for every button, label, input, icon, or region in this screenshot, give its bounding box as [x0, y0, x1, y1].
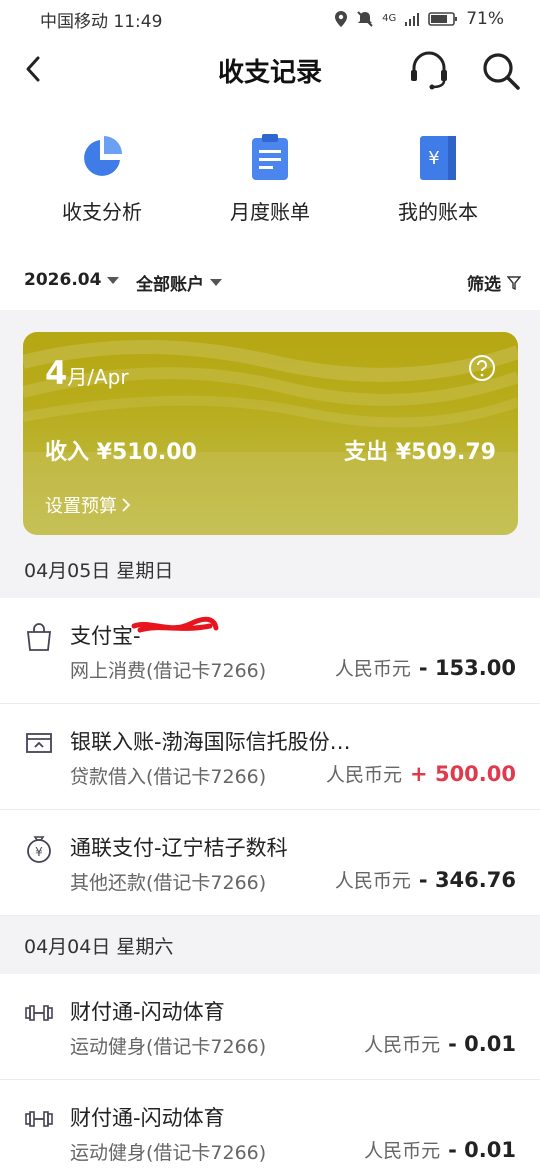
date-header: 04月04日 星期六 [0, 916, 540, 974]
screen-filter-button[interactable]: 筛选 [467, 270, 521, 295]
date-header: 04月05日 星期日 [0, 540, 540, 598]
transaction-name: 银联入账-渤海国际信托股份… [70, 730, 351, 754]
transaction-row[interactable]: ¥ 通联支付-辽宁桔子数科 其他还款(借记卡7266) 人民币元 - 346.7… [0, 810, 540, 916]
transaction-amount: 人民币元 - 0.01 [364, 1136, 516, 1163]
quick-item-label: 月度账单 [230, 200, 310, 224]
quick-item-analysis[interactable]: 收支分析 [22, 132, 182, 225]
quick-entry-bar: 收支分析 月度账单 ¥ 我的账本 [0, 102, 540, 250]
quick-item-my-ledger[interactable]: ¥ 我的账本 [358, 132, 518, 225]
search-icon[interactable] [480, 50, 522, 90]
screen-filter-label: 筛选 [467, 275, 501, 295]
month-selector-label: 2026.04 [24, 270, 102, 290]
caret-down-icon [210, 279, 222, 286]
transaction-amount: 人民币元 - 346.76 [335, 866, 516, 893]
filter-bar: 2026.04 全部账户 筛选 [0, 250, 540, 310]
network-label: 4G [382, 13, 397, 24]
status-icons: 4G 71% [334, 9, 504, 29]
chevron-right-icon [122, 498, 131, 512]
expense-total: 支出 ¥509.79 [344, 440, 496, 465]
amount-value: - 346.76 [418, 868, 516, 892]
battery-icon [428, 12, 458, 26]
redaction-scribble [131, 616, 219, 633]
currency-label: 人民币元 [334, 870, 411, 892]
transaction-amount: 人民币元 - 0.01 [364, 1030, 516, 1057]
transaction-row[interactable]: 财付通-闪动体育 运动健身(借记卡7266) 人民币元 - 0.01 [0, 974, 540, 1080]
transaction-category: 运动健身(借记卡7266) [70, 1036, 267, 1058]
account-selector[interactable]: 全部账户 [136, 270, 222, 295]
battery-percent: 71% [466, 9, 504, 29]
transaction-category: 其他还款(借记卡7266) [70, 872, 267, 894]
income-total: 收入 ¥510.00 [45, 440, 197, 465]
amount-value: + 500.00 [410, 762, 516, 786]
location-icon [335, 11, 348, 27]
svg-text:¥: ¥ [35, 845, 43, 859]
ledger-book-icon: ¥ [420, 136, 456, 180]
transaction-category: 贷款借入(借记卡7266) [70, 766, 267, 788]
amount-value: - 0.01 [448, 1032, 516, 1056]
funnel-icon [507, 275, 521, 290]
currency-label: 人民币元 [334, 658, 411, 680]
set-budget-label: 设置预算 [45, 496, 117, 517]
clipboard-icon [252, 134, 288, 180]
banner-month-number: 4 [45, 354, 68, 392]
signal-icon [405, 13, 420, 26]
caret-down-icon [107, 276, 120, 284]
currency-label: 人民币元 [326, 764, 403, 786]
currency-label: 人民币元 [364, 1034, 441, 1056]
carrier-time: 中国移动 11:49 [40, 11, 163, 32]
quick-item-label: 我的账本 [398, 200, 478, 224]
transaction-category: 网上消费(借记卡7266) [70, 660, 267, 682]
nav-bar: 收支记录 [0, 38, 540, 102]
transaction-name: 财付通-闪动体育 [70, 1000, 225, 1024]
transaction-row[interactable]: 银联入账-渤海国际信托股份… 贷款借入(借记卡7266) 人民币元 + 500.… [0, 704, 540, 810]
account-selector-label: 全部账户 [136, 275, 204, 295]
transfer-in-icon [26, 733, 52, 753]
set-budget-link[interactable]: 设置预算 [45, 492, 131, 518]
month-selector[interactable]: 2026.04 [24, 270, 120, 290]
transaction-name: 通联支付-辽宁桔子数科 [70, 836, 288, 860]
pie-chart-icon [84, 136, 122, 176]
transaction-name: 财付通-闪动体育 [70, 1106, 225, 1130]
status-bar: 中国移动 11:49 4G 71% [0, 0, 540, 38]
month-summary-card: 4 月/Apr 收入 ¥510.00 支出 ¥509.79 设置预算 [23, 332, 518, 535]
banner-month-unit: 月/Apr [67, 365, 129, 389]
help-question-icon[interactable] [468, 354, 496, 382]
currency-label: 人民币元 [364, 1140, 441, 1162]
transaction-amount: 人民币元 - 153.00 [335, 654, 516, 681]
quick-item-monthly-bill[interactable]: 月度账单 [190, 132, 350, 225]
svg-text:¥: ¥ [428, 148, 439, 169]
money-bag-icon: ¥ [27, 836, 51, 863]
dumbbell-icon [25, 1111, 53, 1127]
dumbbell-icon [25, 1005, 53, 1021]
mute-bell-icon [357, 11, 373, 27]
transaction-amount: 人民币元 + 500.00 [326, 760, 516, 787]
page-title: 收支记录 [217, 58, 322, 88]
shopping-bag-icon [26, 623, 52, 651]
transaction-row[interactable]: 支付宝- 网上消费(借记卡7266) 人民币元 - 153.00 [0, 598, 540, 704]
transaction-row[interactable]: 财付通-闪动体育 运动健身(借记卡7266) 人民币元 - 0.01 [0, 1080, 540, 1170]
customer-service-icon[interactable] [408, 50, 450, 90]
amount-value: - 153.00 [418, 656, 516, 680]
banner-month: 4 月/Apr [45, 354, 129, 392]
amount-value: - 0.01 [448, 1138, 516, 1162]
quick-item-label: 收支分析 [62, 200, 142, 224]
transaction-category: 运动健身(借记卡7266) [70, 1142, 267, 1164]
